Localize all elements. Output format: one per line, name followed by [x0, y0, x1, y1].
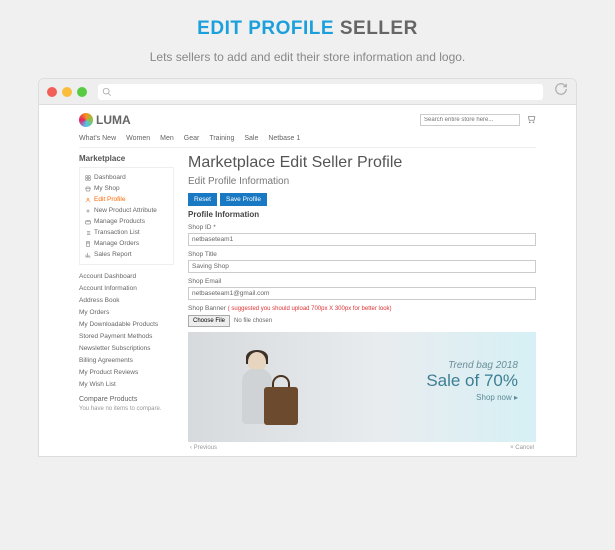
page-title: Marketplace Edit Seller Profile [188, 154, 536, 172]
plus-icon [85, 208, 91, 214]
section-heading: Profile Information [188, 210, 536, 219]
banner-cancel[interactable]: × Cancel [510, 445, 534, 451]
compare-block: Compare Products You have no items to co… [79, 396, 174, 412]
save-profile-button[interactable]: Save Profile [220, 193, 267, 206]
browser-chrome [39, 79, 576, 105]
file-status: No file chosen [234, 318, 272, 324]
refresh-button[interactable] [554, 82, 568, 101]
shop-title-label: Shop Title [188, 251, 536, 258]
account-item[interactable]: Account Information [79, 282, 174, 294]
sidebar-item[interactable]: Transaction List [85, 227, 168, 238]
maximize-dot[interactable] [77, 87, 87, 97]
search-icon [102, 87, 112, 97]
sidebar-item-label: New Product Attribute [94, 207, 157, 214]
nav-item[interactable]: Netbase 1 [268, 135, 300, 142]
user-icon [85, 197, 91, 203]
shop-id-label: Shop ID * [188, 224, 536, 231]
sidebar-item-label: Dashboard [94, 174, 126, 181]
sidebar-item-label: Edit Profile [94, 196, 125, 203]
shop-title-input[interactable] [188, 260, 536, 273]
list-icon [85, 230, 91, 236]
shop-id-input[interactable] [188, 233, 536, 246]
shop-email-input[interactable] [188, 287, 536, 300]
sidebar-item-label: Sales Report [94, 251, 132, 258]
refresh-icon [554, 82, 568, 96]
nav-item[interactable]: Women [126, 135, 150, 142]
nav-item[interactable]: Men [160, 135, 174, 142]
shop-email-label: Shop Email [188, 278, 536, 285]
shop-banner-label: Shop Banner ( suggested you should uploa… [188, 305, 536, 312]
account-item[interactable]: My Product Reviews [79, 366, 174, 378]
close-dot[interactable] [47, 87, 57, 97]
banner-promo-text: Trend bag 2018 Sale of 70% Shop now ▸ [426, 360, 518, 402]
account-item[interactable]: Stored Payment Methods [79, 330, 174, 342]
sidebar-item[interactable]: New Product Attribute [85, 205, 168, 216]
shop-icon [85, 186, 91, 192]
compare-empty: You have no items to compare. [79, 406, 174, 412]
sidebar-item-label: Transaction List [94, 229, 140, 236]
banner-model-image [228, 347, 288, 442]
minimize-dot[interactable] [62, 87, 72, 97]
account-item[interactable]: Newsletter Subscriptions [79, 342, 174, 354]
order-icon [85, 241, 91, 247]
chart-icon [85, 252, 91, 258]
nav-item[interactable]: What's New [79, 135, 116, 142]
url-bar[interactable] [98, 84, 543, 100]
nav-item[interactable]: Training [209, 135, 234, 142]
sidebar-item[interactable]: Edit Profile [85, 194, 168, 205]
marketplace-menu: Dashboard My Shop Edit Profile New Product … [79, 167, 174, 265]
account-item[interactable]: My Downloadable Products [79, 318, 174, 330]
account-item[interactable]: Billing Agreements [79, 354, 174, 366]
nav-item[interactable]: Gear [184, 135, 200, 142]
sidebar-item[interactable]: Manage Products [85, 216, 168, 227]
sidebar-item-label: My Shop [94, 185, 120, 192]
dash-icon [85, 175, 91, 181]
banner-prev[interactable]: ‹ Previous [190, 445, 217, 451]
account-item[interactable]: Address Book [79, 294, 174, 306]
choose-file-button[interactable]: Choose File [188, 315, 230, 327]
account-item[interactable]: My Orders [79, 306, 174, 318]
browser-window: LUMA What's New Women Men Gear Training Sale N… [38, 78, 577, 457]
banner-preview: Trend bag 2018 Sale of 70% Shop now ▸ [188, 332, 536, 442]
sidebar-item-label: Manage Products [94, 218, 145, 225]
sidebar-title: Marketplace [79, 154, 174, 163]
reset-button[interactable]: Reset [188, 193, 217, 206]
account-item[interactable]: Account Dashboard [79, 270, 174, 282]
sidebar-item[interactable]: Sales Report [85, 249, 168, 260]
compare-title: Compare Products [79, 396, 174, 403]
main-nav: What's New Women Men Gear Training Sale Netbas… [79, 132, 536, 148]
sidebar-item[interactable]: My Shop [85, 183, 168, 194]
store-search-input[interactable] [420, 114, 520, 126]
hero-subtitle: Lets sellers to add and edit their store… [38, 50, 577, 64]
box-icon [85, 219, 91, 225]
page-subtitle: Edit Profile Information [188, 176, 536, 187]
account-item[interactable]: My Wish List [79, 378, 174, 390]
sidebar-item[interactable]: Manage Orders [85, 238, 168, 249]
logo-icon [79, 113, 93, 127]
sidebar-item[interactable]: Dashboard [85, 172, 168, 183]
cart-icon [526, 114, 536, 124]
account-menu: Account DashboardAccount InformationAddr… [79, 270, 174, 390]
hero-title: EDIT PROFILE SELLER [38, 18, 577, 40]
cart-button[interactable] [526, 114, 536, 126]
nav-item[interactable]: Sale [244, 135, 258, 142]
site-logo[interactable]: LUMA [79, 113, 131, 127]
sidebar-item-label: Manage Orders [94, 240, 139, 247]
